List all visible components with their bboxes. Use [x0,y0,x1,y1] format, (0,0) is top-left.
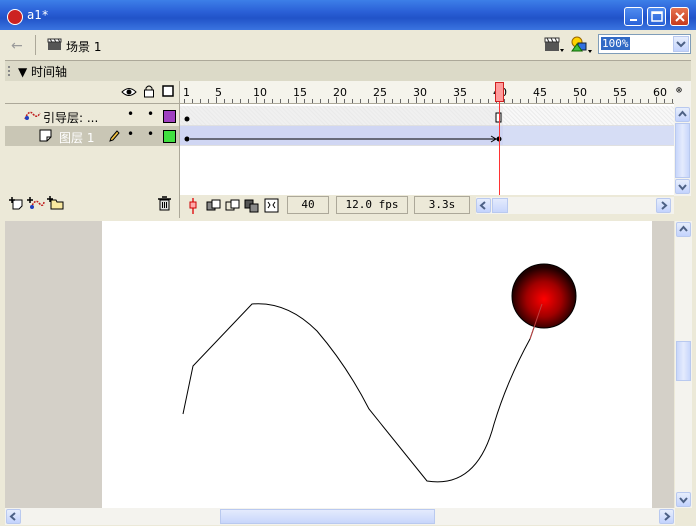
edit-bar: ← 场景 1 100% [5,30,691,61]
layers-header [5,81,179,104]
stage-hscrollbar[interactable] [5,508,675,525]
stage-vscrollbar[interactable] [675,221,692,508]
ruler-number: 25 [373,86,387,99]
layer-row-layer1[interactable]: 图层 1 • • [5,126,179,146]
playhead-line [499,102,500,196]
zoom-value: 100% [601,37,630,50]
ruler-number: 55 [613,86,627,99]
zoom-dropdown-button[interactable] [673,36,689,52]
scroll-right-button[interactable] [656,198,671,213]
lock-icon[interactable] [143,84,155,98]
panel-grip[interactable] [8,66,15,76]
ruler-number: 35 [453,86,467,99]
window-title: a1* [27,8,49,22]
edit-multiple-frames-icon[interactable] [244,198,260,214]
onion-skin-icon[interactable] [206,198,222,214]
insert-folder-icon[interactable] [47,196,65,211]
layer-outline-color[interactable] [163,110,176,123]
layer-icon [39,129,52,142]
back-arrow-icon[interactable]: ← [11,38,23,54]
ruler-number: 45 [533,86,547,99]
scene-icon [47,38,62,50]
frames-area[interactable]: 151015202530354045505560 [180,81,674,196]
app-icon [7,9,23,25]
motion-guide-icon [24,111,41,120]
layer-lock-dot[interactable]: • [147,107,154,121]
frame-view-menu-icon[interactable]: ⊚ [676,85,682,96]
timeline-title: ▼ 时间轴 [18,65,68,79]
eye-icon[interactable] [121,86,137,98]
layer-outline-color[interactable] [163,130,176,143]
trash-icon[interactable] [157,196,171,211]
minimize-button[interactable] [624,7,643,26]
scroll-thumb[interactable] [676,341,691,381]
timeline-hscrollbar[interactable] [476,197,674,214]
add-motion-guide-icon[interactable] [27,197,45,211]
frame-rate-field[interactable]: 12.0 fps [336,196,408,214]
ruler-number: 10 [253,86,267,99]
ruler-number: 5 [215,86,222,99]
ruler-number: 30 [413,86,427,99]
center-frame-icon[interactable] [186,198,200,214]
timeline-status-bar: 40 12.0 fps 3.3s [180,195,674,217]
ruler-number: 50 [573,86,587,99]
insert-layer-icon[interactable] [9,197,25,211]
edit-symbol-icon[interactable] [569,35,593,55]
layer-name[interactable]: 引导层: ... [43,109,98,126]
modify-onion-markers-icon[interactable] [264,198,280,214]
layer-visible-dot[interactable]: • [127,107,134,121]
maximize-button[interactable] [647,7,666,26]
timeline-vscrollbar[interactable]: ⊚ [674,81,691,196]
layers-panel: 引导层: ... • • 图层 1 • • [5,81,180,218]
scroll-down-button[interactable] [675,179,690,194]
edit-scene-icon[interactable] [543,36,565,54]
scroll-left-button[interactable] [476,198,491,213]
layer-row-guide[interactable]: 引导层: ... • • [5,106,179,126]
outline-icon[interactable] [162,85,174,97]
current-frame-field: 40 [287,196,329,214]
scroll-down-button[interactable] [676,492,691,507]
motion-guide-path [182,303,543,483]
red-ball [511,263,577,329]
elapsed-time-field: 3.3s [414,196,470,214]
ruler-number: 60 [653,86,667,99]
stage-artwork [182,263,577,483]
layer-name[interactable]: 图层 1 [59,129,94,146]
frame-ruler[interactable]: 151015202530354045505560 [180,81,674,104]
separator [35,35,36,55]
ruler-number: 20 [333,86,347,99]
scroll-up-button[interactable] [676,222,691,237]
scene-label[interactable]: 场景 1 [66,38,101,55]
scroll-left-button[interactable] [6,509,21,524]
layer-tools [5,191,179,218]
frame-marks [180,106,503,145]
pencil-icon [109,130,120,142]
layer-lock-dot[interactable]: • [147,127,154,141]
scroll-thumb[interactable] [492,198,508,213]
close-button[interactable] [670,7,689,26]
zoom-select[interactable]: 100% [598,34,691,54]
scroll-thumb[interactable] [675,123,690,178]
stage[interactable] [102,221,652,508]
layer-visible-dot[interactable]: • [127,127,134,141]
ruler-number: 15 [293,86,307,99]
onion-skin-outlines-icon[interactable] [225,198,241,214]
work-area[interactable] [5,221,674,508]
scroll-thumb[interactable] [220,509,435,524]
playhead[interactable] [495,82,504,102]
scroll-right-button[interactable] [659,509,674,524]
ruler-number: 1 [183,86,190,99]
title-bar: a1* [0,0,696,30]
scroll-up-button[interactable] [675,107,690,122]
timeline-header[interactable]: ▼ 时间轴 [5,61,691,82]
